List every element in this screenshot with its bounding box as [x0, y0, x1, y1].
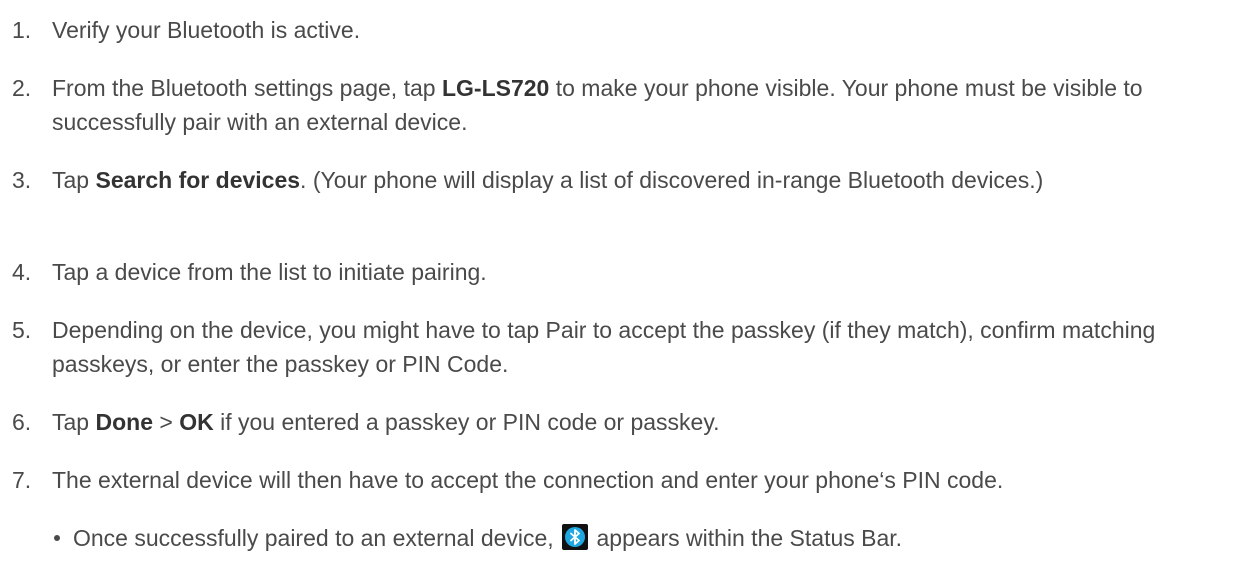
step-number: 3.	[12, 167, 32, 193]
step-text: Verify your Bluetooth is active.	[52, 17, 361, 43]
ui-term-done: Done	[95, 409, 153, 435]
ui-term-ok: OK	[179, 409, 214, 435]
step-text: Tap Done > OK if you entered a passkey o…	[52, 409, 720, 435]
bluetooth-status-icon	[562, 524, 589, 550]
bullet-text: Once successfully paired to an external …	[73, 524, 903, 551]
step-number: 4.	[12, 259, 32, 285]
step-text: Tap a device from the list to initiate p…	[52, 259, 487, 285]
ui-term-search-for-devices: Search for devices	[95, 167, 301, 193]
step-text: Depending on the device, you might have …	[52, 317, 1156, 377]
step-text: The external device will then have to ac…	[52, 467, 1004, 493]
step-text: From the Bluetooth settings page, tap LG…	[52, 75, 1143, 135]
step-number: 7.	[12, 467, 32, 493]
ui-term-device-name: LG-LS720	[441, 75, 550, 101]
step-number: 6.	[12, 409, 32, 435]
step-number: 5.	[12, 317, 32, 343]
bullet-dot	[54, 535, 60, 541]
instructions-page: 1. Verify your Bluetooth is active. 2. F…	[0, 0, 1248, 571]
step-number: 2.	[12, 75, 32, 101]
step-text: Tap Search for devices. (Your phone will…	[52, 167, 1044, 193]
step-number: 1.	[12, 17, 32, 43]
